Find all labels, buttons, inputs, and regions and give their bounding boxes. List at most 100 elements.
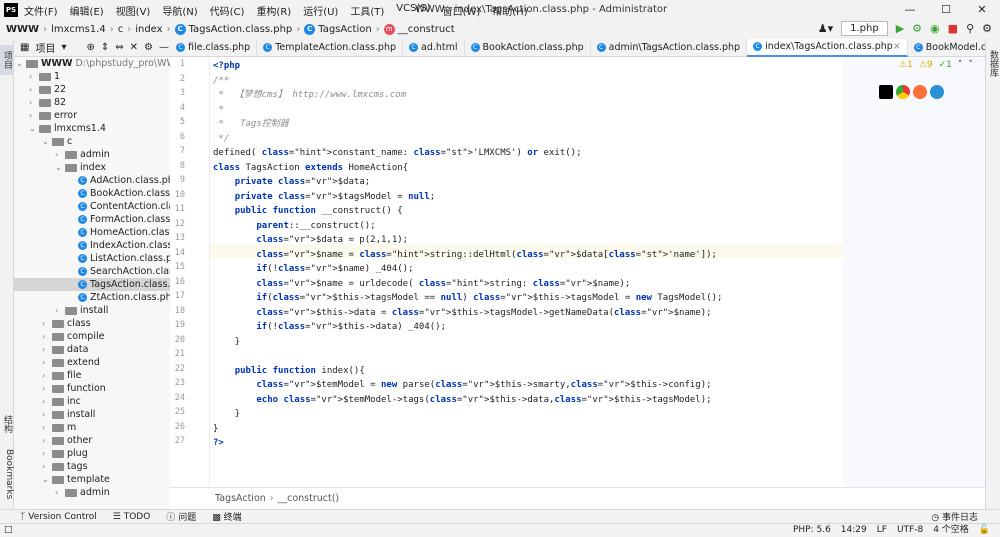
code-line[interactable]: * Tags控制器	[213, 117, 288, 131]
editor-tab[interactable]: Cadmin\TagsAction.class.php	[591, 38, 748, 57]
editor-breadcrumb-class[interactable]: TagsAction	[215, 493, 266, 504]
chevron-right-icon[interactable]: ›	[55, 304, 63, 317]
line-number[interactable]: 10	[170, 190, 185, 200]
breadcrumb-lmxcms[interactable]: lmxcms1.4	[51, 24, 106, 35]
code-line[interactable]: defined( class="hint">constant_name: cla…	[213, 146, 582, 160]
line-number[interactable]: 12	[170, 219, 185, 229]
editor-tab[interactable]: Cindex\TagsAction.class.php ×	[747, 38, 908, 57]
tree-file[interactable]: CBookAction.class.php	[68, 187, 170, 200]
tree-file[interactable]: CFormAction.class.php	[68, 213, 170, 226]
breadcrumb-index[interactable]: index	[135, 24, 162, 35]
chevron-down-icon[interactable]: ⌄	[42, 135, 50, 148]
code-line[interactable]: *	[213, 103, 223, 117]
line-number[interactable]: 11	[170, 204, 185, 214]
tree-file[interactable]: CAdAction.class.php	[68, 174, 170, 187]
file-encoding[interactable]: UTF-8	[897, 524, 923, 537]
code-line[interactable]: */	[213, 132, 229, 146]
code-line[interactable]: * 【梦想cms】 http://www.lmxcms.com	[213, 88, 406, 102]
menu-item[interactable]: 工具(T)	[350, 3, 384, 18]
tree-folder[interactable]: ⌄ template	[42, 473, 110, 486]
settings-icon[interactable]: ⚙	[982, 22, 992, 35]
stop-icon[interactable]: ■	[948, 22, 958, 35]
tree-folder[interactable]: › class	[42, 317, 91, 330]
tree-file[interactable]: CSearchAction.class.php	[68, 265, 170, 278]
tree-folder[interactable]: › plug	[42, 447, 88, 460]
chevron-right-icon[interactable]: ›	[42, 421, 50, 434]
run-config-select[interactable]: 1.php	[841, 21, 888, 36]
code-line[interactable]: }	[213, 422, 218, 436]
chevron-right-icon[interactable]: ›	[55, 486, 63, 499]
tree-folder[interactable]: › compile	[42, 330, 104, 343]
chevron-down-icon[interactable]: ⌄	[55, 161, 63, 174]
chevron-right-icon[interactable]: ›	[42, 330, 50, 343]
tree-folder[interactable]: › admin	[55, 148, 110, 161]
hide-icon[interactable]: —	[159, 42, 169, 53]
tree-file[interactable]: CHomeAction.class.php	[68, 226, 170, 239]
line-separator[interactable]: LF	[877, 524, 887, 537]
php-version[interactable]: PHP: 5.6	[793, 524, 831, 537]
chevron-right-icon[interactable]: ›	[29, 109, 37, 122]
phpstorm-browser-icon[interactable]	[879, 85, 893, 99]
tree-folder[interactable]: › tags	[42, 460, 88, 473]
editor-breadcrumb-method[interactable]: __construct()	[278, 493, 340, 504]
chevron-right-icon[interactable]: ›	[42, 343, 50, 356]
tree-folder[interactable]: ⌄ index	[55, 161, 106, 174]
chevron-right-icon[interactable]: ›	[29, 96, 37, 109]
tree-file[interactable]: CTagsAction.class.php	[14, 278, 170, 291]
chevron-right-icon[interactable]: ›	[29, 70, 37, 83]
code-line[interactable]: class="vr">$name = urldecode( class="hin…	[213, 277, 630, 291]
code-line[interactable]: <?php	[213, 59, 240, 73]
indent-setting[interactable]: 4 个空格	[933, 524, 969, 537]
editor-tab[interactable]: Cfile.class.php	[170, 38, 258, 57]
chevron-up-icon[interactable]: ˄	[958, 60, 963, 70]
tree-file[interactable]: C ZtAction.class.php	[68, 291, 170, 304]
structure-tool-tab[interactable]: 结构	[0, 409, 14, 439]
code-line[interactable]: ?>	[213, 436, 224, 450]
bookmarks-tool-tab[interactable]: Bookmarks	[0, 447, 14, 502]
tree-folder[interactable]: › inc	[42, 395, 81, 408]
line-number[interactable]: 4	[170, 103, 185, 113]
chevron-down-icon[interactable]: ⌄	[42, 473, 50, 486]
code-line[interactable]: class="vr">$data = p(2,1,1);	[213, 233, 408, 247]
line-number[interactable]: 21	[170, 349, 185, 359]
code-line[interactable]: /**	[213, 74, 229, 88]
code-line[interactable]: private class="vr">$tagsModel = null;	[213, 190, 436, 204]
version-control-tab[interactable]: ᛉ Version Control	[20, 512, 97, 522]
menu-item[interactable]: 重构(R)	[256, 3, 291, 18]
tree-file[interactable]: CContentAction.class.php	[68, 200, 170, 213]
tree-folder[interactable]: › file	[42, 369, 81, 382]
code-line[interactable]: parent::__construct();	[213, 219, 375, 233]
user-icon[interactable]: ♟▾	[818, 22, 833, 35]
project-tool-tab[interactable]: 项目	[0, 45, 14, 75]
chevron-right-icon[interactable]: ›	[42, 382, 50, 395]
chevron-right-icon[interactable]: ›	[42, 460, 50, 473]
project-panel-title[interactable]: 项目	[35, 40, 55, 55]
code-line[interactable]: class="vr">$temModel = new parse(class="…	[213, 378, 711, 392]
line-number[interactable]: 25	[170, 407, 185, 417]
menu-item[interactable]: 运行(U)	[303, 3, 338, 18]
tree-folder[interactable]: › other	[42, 434, 92, 447]
chevron-right-icon[interactable]: ›	[55, 148, 63, 161]
collapse-icon[interactable]: ⇔	[115, 42, 123, 53]
chevron-right-icon[interactable]: ›	[29, 83, 37, 96]
tree-folder[interactable]: ⌄ c	[42, 135, 72, 148]
tree-folder[interactable]: › extend	[42, 356, 100, 369]
tree-folder[interactable]: › error	[29, 109, 77, 122]
tree-folder[interactable]: › admin	[55, 486, 110, 499]
chevron-down-icon[interactable]: ˅	[968, 60, 973, 70]
line-number[interactable]: 9	[170, 175, 185, 185]
line-number[interactable]: 18	[170, 306, 185, 316]
code-line[interactable]: class="vr">$name = class="hint">string::…	[213, 248, 717, 262]
tree-file[interactable]: CListAction.class.php	[68, 252, 170, 265]
weak-warning-count[interactable]: ⚠9	[919, 60, 933, 70]
chevron-right-icon[interactable]: ›	[42, 447, 50, 460]
code-line[interactable]: public function index(){	[213, 364, 365, 378]
line-number[interactable]: 17	[170, 291, 185, 301]
menu-item[interactable]: 视图(V)	[116, 3, 151, 18]
breadcrumb-www[interactable]: WWW	[6, 24, 39, 35]
menu-item[interactable]: 代码(C)	[210, 3, 245, 18]
close-icon[interactable]: ×	[893, 41, 901, 52]
terminal-tab[interactable]: ▩ 终端	[212, 510, 241, 523]
code-line[interactable]: class="vr">$this->data = class="vr">$thi…	[213, 306, 711, 320]
line-number[interactable]: 14	[170, 248, 185, 258]
